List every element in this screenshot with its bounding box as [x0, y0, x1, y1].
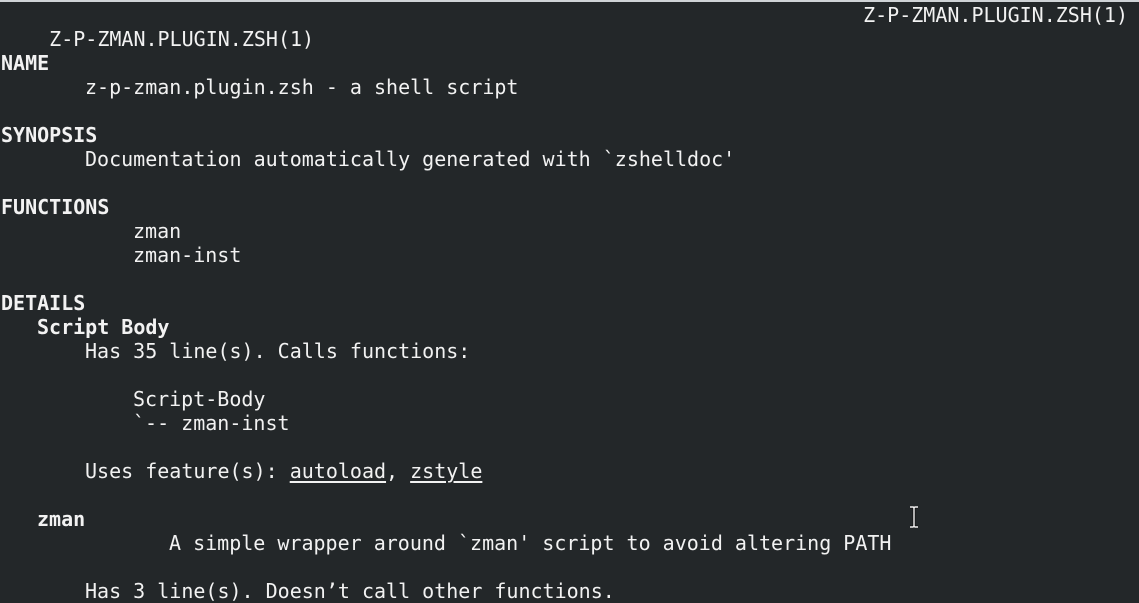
name-text: z-p-zman.plugin.zsh - a shell script: [85, 75, 519, 99]
section-heading-name: NAME: [1, 51, 50, 75]
uses-features-label: Uses feature(s):: [85, 459, 290, 483]
synopsis-text: Documentation automatically generated wi…: [85, 147, 736, 171]
call-tree-root: Script-Body: [133, 387, 266, 411]
uses-features-line: Uses feature(s): autoload, zstyle: [1, 459, 1139, 483]
feature-separator: ,: [386, 459, 411, 483]
window-top-border: [0, 0, 1139, 2]
man-page-viewer[interactable]: Z-P-ZMAN.PLUGIN.ZSH(1) Z-P-ZMAN.PLUGIN.Z…: [1, 3, 1139, 603]
feature-link-autoload[interactable]: autoload: [290, 459, 386, 483]
function-item-zman: zman: [133, 219, 182, 243]
call-tree-child: `-- zman-inst: [133, 411, 290, 435]
subsection-zman: zman: [37, 507, 86, 531]
section-heading-functions: FUNCTIONS: [1, 195, 110, 219]
text-cursor-ibeam-icon: [910, 506, 918, 528]
section-heading-synopsis: SYNOPSIS: [1, 123, 98, 147]
zman-lines-text: Has 3 line(s). Doesn’t call other functi…: [85, 579, 615, 603]
zman-description: A simple wrapper around `zman' script to…: [169, 531, 892, 555]
feature-link-zstyle[interactable]: zstyle: [410, 459, 482, 483]
section-heading-details: DETAILS: [1, 291, 86, 315]
man-header: Z-P-ZMAN.PLUGIN.ZSH(1) Z-P-ZMAN.PLUGIN.Z…: [1, 3, 1139, 51]
script-body-lines-text: Has 35 line(s). Calls functions:: [85, 339, 471, 363]
subsection-script-body: Script Body: [37, 315, 170, 339]
function-item-zman-inst: zman-inst: [133, 243, 242, 267]
man-header-right: Z-P-ZMAN.PLUGIN.ZSH(1): [863, 3, 1128, 27]
